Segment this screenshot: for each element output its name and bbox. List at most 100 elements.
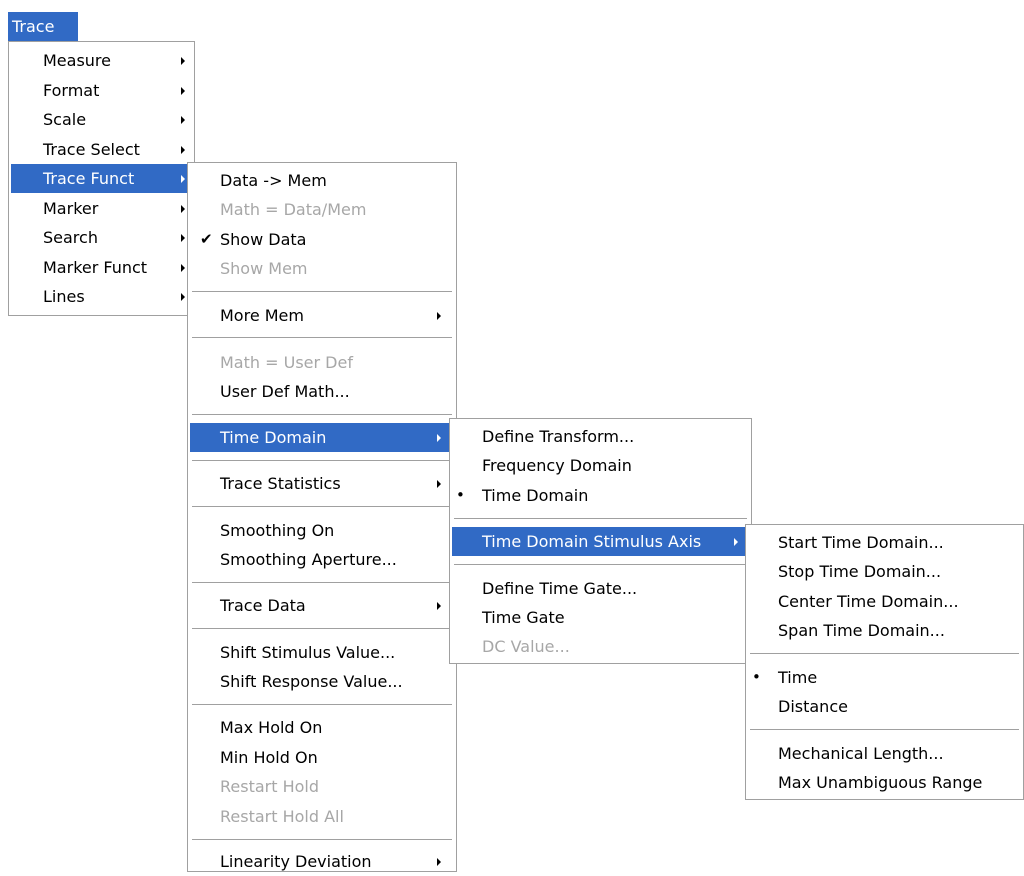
- menu-item-marker[interactable]: Marker: [11, 194, 192, 223]
- trace-menu: Measure Format Scale Trace Select Trace …: [8, 41, 195, 316]
- menu-item-center-time-domain[interactable]: Center Time Domain...: [748, 587, 1021, 616]
- menu-item-label: Max Hold On: [220, 718, 323, 737]
- menu-item-more-mem[interactable]: More Mem: [190, 301, 454, 330]
- menu-item-data-to-mem[interactable]: Data -> Mem: [190, 166, 454, 195]
- menu-separator: [750, 729, 1019, 730]
- menu-item-label: Scale: [43, 110, 87, 129]
- menu-item-time-gate[interactable]: Time Gate: [452, 603, 749, 632]
- menu-separator: [192, 839, 452, 840]
- submenu-arrow-icon: [181, 293, 185, 301]
- menu-item-search[interactable]: Search: [11, 223, 192, 252]
- submenu-arrow-icon: [181, 116, 185, 124]
- menu-item-label: DC Value...: [482, 637, 570, 656]
- submenu-arrow-icon: [181, 175, 185, 183]
- menu-item-trace-select[interactable]: Trace Select: [11, 135, 192, 164]
- menu-item-span-time-domain[interactable]: Span Time Domain...: [748, 616, 1021, 645]
- menu-item-mechanical-length[interactable]: Mechanical Length...: [748, 739, 1021, 768]
- menu-item-label: Trace Data: [220, 596, 306, 615]
- menu-item-start-time-domain[interactable]: Start Time Domain...: [748, 528, 1021, 557]
- menu-item-label: More Mem: [220, 306, 304, 325]
- menu-item-lines[interactable]: Lines: [11, 282, 192, 311]
- menu-item-label: Shift Response Value...: [220, 672, 403, 691]
- menu-item-show-mem: Show Mem: [190, 254, 454, 283]
- menu-item-measure[interactable]: Measure: [11, 46, 192, 75]
- menu-separator: [192, 582, 452, 583]
- menu-item-label: Define Transform...: [482, 427, 635, 446]
- submenu-arrow-icon: [437, 312, 441, 320]
- submenu-arrow-icon: [437, 858, 441, 866]
- menu-item-trace-statistics[interactable]: Trace Statistics: [190, 469, 454, 498]
- menu-item-label: Trace Funct: [43, 169, 135, 188]
- menu-item-shift-stimulus-value[interactable]: Shift Stimulus Value...: [190, 638, 454, 667]
- menu-item-max-unambiguous-range[interactable]: Max Unambiguous Range: [748, 768, 1021, 797]
- trace-funct-submenu: Data -> Mem Math = Data/Mem ✔ Show Data …: [187, 162, 457, 872]
- menu-item-format[interactable]: Format: [11, 76, 192, 105]
- menu-item-label: Show Mem: [220, 259, 308, 278]
- menu-item-min-hold-on[interactable]: Min Hold On: [190, 743, 454, 772]
- menu-item-marker-funct[interactable]: Marker Funct: [11, 253, 192, 282]
- menu-item-smoothing-on[interactable]: Smoothing On: [190, 516, 454, 545]
- menu-item-label: Center Time Domain...: [778, 592, 959, 611]
- menu-item-label: Trace Select: [43, 140, 140, 159]
- submenu-arrow-icon: [437, 434, 441, 442]
- menu-item-distance[interactable]: Distance: [748, 692, 1021, 721]
- menu-item-user-def-math[interactable]: User Def Math...: [190, 377, 454, 406]
- menu-item-label: Restart Hold: [220, 777, 320, 796]
- menu-item-label: Measure: [43, 51, 111, 70]
- menu-item-label: Mechanical Length...: [778, 744, 944, 763]
- menu-separator: [192, 628, 452, 629]
- menu-item-define-transform[interactable]: Define Transform...: [452, 422, 749, 451]
- menu-separator: [192, 291, 452, 292]
- stimulus-axis-submenu: Start Time Domain... Stop Time Domain...…: [745, 524, 1024, 800]
- menu-item-dc-value: DC Value...: [452, 632, 749, 661]
- menu-item-label: Lines: [43, 287, 85, 306]
- checkmark-icon: ✔: [200, 230, 213, 248]
- menu-trace[interactable]: Trace: [8, 12, 78, 41]
- menu-item-label: Format: [43, 81, 100, 100]
- menu-item-frequency-domain[interactable]: Frequency Domain: [452, 451, 749, 480]
- menu-item-label: Start Time Domain...: [778, 533, 944, 552]
- menu-item-label: Smoothing Aperture...: [220, 550, 397, 569]
- menu-item-label: Time Gate: [482, 608, 565, 627]
- radio-bullet-icon: •: [752, 668, 761, 686]
- menu-item-time-domain[interactable]: Time Domain: [190, 423, 454, 452]
- menu-item-label: Span Time Domain...: [778, 621, 945, 640]
- menu-item-trace-funct[interactable]: Trace Funct: [11, 164, 192, 193]
- menu-separator: [454, 564, 747, 565]
- menu-item-define-time-gate[interactable]: Define Time Gate...: [452, 574, 749, 603]
- menu-separator: [192, 414, 452, 415]
- menu-item-max-hold-on[interactable]: Max Hold On: [190, 713, 454, 742]
- menu-item-trace-data[interactable]: Trace Data: [190, 591, 454, 620]
- menu-separator: [192, 337, 452, 338]
- menu-item-scale[interactable]: Scale: [11, 105, 192, 134]
- menu-item-smoothing-aperture[interactable]: Smoothing Aperture...: [190, 545, 454, 574]
- menu-item-label: User Def Math...: [220, 382, 350, 401]
- menu-trace-label: Trace: [12, 17, 55, 36]
- submenu-arrow-icon: [181, 234, 185, 242]
- menu-item-label: Time Domain: [482, 486, 589, 505]
- menu-item-label: Trace Statistics: [220, 474, 341, 493]
- submenu-arrow-icon: [437, 602, 441, 610]
- menu-item-label: Math = User Def: [220, 353, 353, 372]
- submenu-arrow-icon: [181, 264, 185, 272]
- menu-item-time-domain-radio[interactable]: • Time Domain: [452, 481, 749, 510]
- menu-item-restart-hold-all: Restart Hold All: [190, 802, 454, 831]
- menu-item-label: Search: [43, 228, 98, 247]
- menu-item-label: Shift Stimulus Value...: [220, 643, 396, 662]
- menu-item-label: Marker: [43, 199, 99, 218]
- menu-item-time-domain-stimulus-axis[interactable]: Time Domain Stimulus Axis: [452, 527, 749, 556]
- submenu-arrow-icon: [181, 146, 185, 154]
- menu-item-label: Stop Time Domain...: [778, 562, 942, 581]
- menu-item-math-user-def: Math = User Def: [190, 348, 454, 377]
- menu-separator: [750, 653, 1019, 654]
- menu-separator: [192, 506, 452, 507]
- menu-item-show-data[interactable]: ✔ Show Data: [190, 225, 454, 254]
- menu-item-stop-time-domain[interactable]: Stop Time Domain...: [748, 557, 1021, 586]
- menu-item-shift-response-value[interactable]: Shift Response Value...: [190, 667, 454, 696]
- menu-item-time[interactable]: • Time: [748, 663, 1021, 692]
- menu-item-label: Max Unambiguous Range: [778, 773, 983, 792]
- submenu-arrow-icon: [181, 87, 185, 95]
- menu-item-label: Time: [778, 668, 818, 687]
- menu-item-label: Time Domain Stimulus Axis: [482, 532, 702, 551]
- menu-item-label: Marker Funct: [43, 258, 148, 277]
